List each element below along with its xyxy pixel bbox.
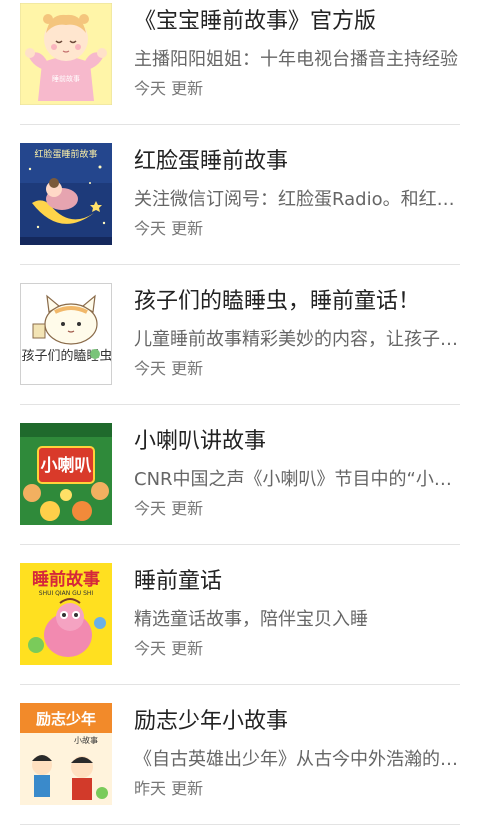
story-title: 《宝宝睡前故事》官方版 <box>134 9 377 34</box>
story-list: 睡前故事 《宝宝睡前故事》官方版 主播阳阳姐姐：十年电视台播音主持经验 今天 更… <box>0 0 480 825</box>
story-cover-image: 励志少年 小故事 <box>20 703 112 805</box>
list-item[interactable]: 红脸蛋睡前故事 红脸蛋睡前故事 关注微信订阅号：红脸蛋Radio。和红脸蛋一起 … <box>0 125 480 265</box>
list-item[interactable]: 小喇叭 小喇叭讲故事 CNR中国之声《小喇叭》节目中的“小喇叭开始广播啦” 今天… <box>0 405 480 545</box>
story-title: 睡前童话 <box>134 569 223 594</box>
cover-text: 励志少年 <box>36 710 96 728</box>
update-time: 今天 更新 <box>134 639 204 658</box>
story-description: 主播阳阳姐姐：十年电视台播音主持经验 <box>134 49 458 70</box>
story-cover-image: 睡前故事 <box>20 3 112 105</box>
story-title: 红脸蛋睡前故事 <box>134 149 289 174</box>
cover-text: 红脸蛋睡前故事 <box>34 148 97 160</box>
cover-text: 睡前故事 <box>52 74 80 83</box>
update-time: 今天 更新 <box>134 79 204 98</box>
story-description: CNR中国之声《小喇叭》节目中的“小喇叭开始广播啦” <box>134 469 459 490</box>
story-description: 《自古英雄出少年》从古今中外浩瀚的历史中 <box>134 749 459 770</box>
story-description: 精选童话故事，陪伴宝贝入睡 <box>134 609 368 630</box>
cover-text: 小喇叭 <box>41 455 92 476</box>
cover-text: 睡前故事 <box>32 569 100 590</box>
list-item[interactable]: 睡前故事 《宝宝睡前故事》官方版 主播阳阳姐姐：十年电视台播音主持经验 今天 更… <box>0 0 480 125</box>
update-time: 今天 更新 <box>134 359 204 378</box>
update-time: 今天 更新 <box>134 499 204 518</box>
list-item[interactable]: 睡前故事 SHUI QIAN GU SHI 睡前童话 精选童话故事，陪伴宝贝入睡… <box>0 545 480 685</box>
story-cover-image: 小喇叭 <box>20 423 112 525</box>
cover-subtext: 小故事 <box>74 735 98 745</box>
story-title: 励志少年小故事 <box>134 709 289 734</box>
story-title: 孩子们的瞌睡虫，睡前童话！ <box>134 289 421 314</box>
story-cover-image: 孩子们的瞌睡虫 <box>20 283 112 385</box>
list-item[interactable]: 孩子们的瞌睡虫 孩子们的瞌睡虫，睡前童话！ 儿童睡前故事精彩美妙的内容，让孩子们… <box>0 265 480 405</box>
story-title: 小喇叭讲故事 <box>134 429 267 454</box>
list-item[interactable]: 励志少年 小故事 励志少年小故事 《自古英雄出少年》从古今中外浩瀚的历史中 昨天… <box>0 685 480 825</box>
update-time: 今天 更新 <box>134 219 204 238</box>
story-cover-image: 睡前故事 SHUI QIAN GU SHI <box>20 563 112 665</box>
story-description: 关注微信订阅号：红脸蛋Radio。和红脸蛋一起 <box>134 189 459 210</box>
update-time: 昨天 更新 <box>134 779 204 798</box>
cover-subtext: SHUI QIAN GU SHI <box>39 590 94 597</box>
story-description: 儿童睡前故事精彩美妙的内容，让孩子们安然入睡 <box>134 329 459 350</box>
story-cover-image: 红脸蛋睡前故事 <box>20 143 112 245</box>
